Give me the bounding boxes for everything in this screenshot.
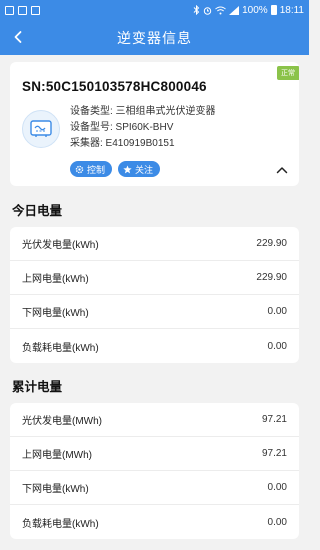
status-badge: 正常 [277,66,299,80]
list-item: 负载耗电量(kWh) 0.00 [10,505,299,539]
control-button[interactable]: 控制 [70,161,113,177]
page-title: 逆变器信息 [117,29,192,46]
gallery-notification-icon [5,5,14,15]
app-bar: 逆变器信息 [0,20,309,55]
device-info: 设备类型: 三相组串式光伏逆变器 设备型号: SPI60K-BHV 采集器: E… [70,104,216,152]
collapse-button[interactable] [271,162,293,178]
inverter-icon [22,110,60,148]
follow-label: 关注 [135,164,154,175]
wifi-icon [215,6,226,14]
item-label: 负载耗电量(kWh) [22,518,99,530]
item-value: 0.00 [267,306,287,317]
chevron-left-icon [14,31,22,43]
alarm-icon [203,6,212,15]
follow-button[interactable]: 关注 [118,161,161,177]
item-value: 0.00 [267,516,287,528]
list-item: 上网电量(MWh) 97.21 [10,437,299,471]
item-value: 0.00 [267,340,287,352]
signal-icon [229,5,240,15]
device-card: 正常 SN:50C150103578HC800046 设备类型: 三相组串式光伏… [10,62,299,186]
item-value: 229.90 [256,238,287,249]
battery-icon [270,5,277,15]
item-label: 光伏发电量(MWh) [22,416,102,427]
list-item: 光伏发电量(MWh) 97.21 [10,403,299,437]
gear-icon [75,165,84,173]
device-collector: 采集器: E410919B0151 [70,138,175,149]
item-label: 上网电量(kWh) [22,274,89,285]
control-label: 控制 [87,164,106,175]
item-label: 上网电量(MWh) [22,450,92,461]
item-value: 97.21 [261,448,287,459]
list-item: 下网电量(kWh) 0.00 [10,295,299,329]
list-item: 负载耗电量(kWh) 0.00 [10,329,299,363]
item-label: 光伏发电量(kWh) [22,240,99,251]
message-notification-icon [31,5,40,15]
chevron-up-icon [276,167,288,174]
item-value: 97.21 [261,414,287,425]
star-icon [123,164,132,173]
list-item: 下网电量(kWh) 0.00 [10,471,299,505]
device-actions: 控制 关注 [70,161,161,177]
total-energy-title: 累计电量 [12,380,63,394]
status-time: 18:11 [279,4,304,16]
back-button[interactable] [6,25,30,49]
item-label: 下网电量(kWh) [22,308,89,319]
item-value: 229.90 [256,272,287,283]
item-label: 下网电量(kWh) [22,484,89,495]
item-value: 0.00 [267,482,287,493]
today-energy-title: 今日电量 [12,204,63,218]
status-bar: 100% 18:11 [0,0,309,20]
total-energy-list: 光伏发电量(MWh) 97.21 上网电量(MWh) 97.21 下网电量(kW… [10,403,299,539]
status-system-icons: 100% 18:11 [193,5,304,16]
list-item: 上网电量(kWh) 229.90 [10,261,299,295]
bluetooth-icon [193,5,200,15]
device-type: 设备类型: 三相组串式光伏逆变器 [70,106,216,117]
battery-percent: 100% [242,4,268,16]
serial-number: SN:50C150103578HC800046 [22,79,207,94]
item-label: 负载耗电量(kWh) [22,342,99,354]
device-model: 设备型号: SPI60K-BHV [70,122,174,133]
today-energy-list: 光伏发电量(kWh) 229.90 上网电量(kWh) 229.90 下网电量(… [10,227,299,363]
list-item: 光伏发电量(kWh) 229.90 [10,227,299,261]
sync-notification-icon [18,5,27,15]
status-notification-icons [5,5,40,15]
